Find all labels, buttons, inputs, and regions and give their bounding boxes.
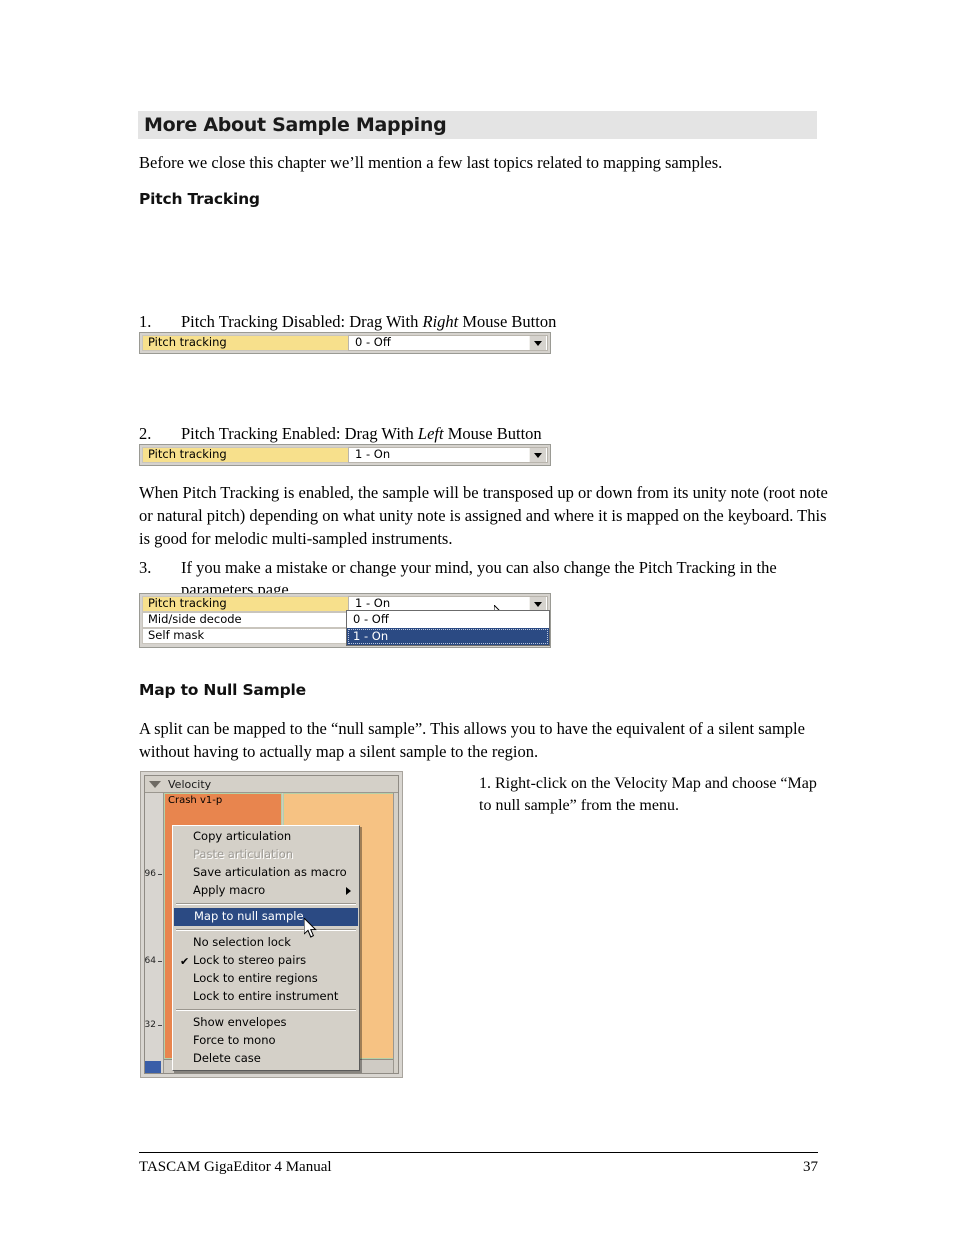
map-to-null-description: A split can be mapped to the “null sampl… — [139, 719, 805, 761]
list-item-text-after: Mouse Button — [443, 424, 542, 443]
menu-item-apply-macro[interactable]: Apply macro — [173, 882, 359, 900]
list-item-text: Pitch Tracking Disabled: Drag With Right… — [181, 311, 829, 333]
param-value-text: 1 - On — [355, 447, 391, 462]
param-combobox[interactable]: 0 - Off — [348, 335, 548, 351]
menu-item-lock-to-entire-instrument[interactable]: Lock to entire instrument — [173, 988, 359, 1006]
velocity-panel-titlebar[interactable]: Velocity — [145, 776, 398, 793]
menu-separator — [176, 1009, 356, 1011]
velocity-context-menu[interactable]: Copy articulation Paste articulation Sav… — [172, 825, 360, 1071]
menu-item-label: Show envelopes — [193, 1015, 287, 1030]
param-label: Pitch tracking — [142, 447, 348, 463]
axis-tick: 32 — [145, 1020, 162, 1030]
menu-item-copy-articulation[interactable]: Copy articulation — [173, 828, 359, 846]
velocity-region-label: Crash v1-p — [168, 795, 223, 806]
menu-item-label: Lock to stereo pairs — [193, 953, 307, 968]
menu-item-label: Paste articulation — [193, 847, 294, 862]
list-item-emphasis: Right — [422, 312, 459, 331]
velocity-plot-right-edge — [393, 793, 398, 1073]
list-item-emphasis: Left — [417, 424, 444, 443]
menu-item-paste-articulation: Paste articulation — [173, 846, 359, 864]
footer-manual-title: TASCAM GigaEditor 4 Manual — [139, 1159, 332, 1175]
manual-page: More About Sample Mapping Before we clos… — [0, 0, 954, 1235]
list-item-text-before: Pitch Tracking Enabled: Drag With — [181, 424, 418, 443]
menu-item-label: Delete case — [193, 1051, 261, 1066]
menu-item-save-articulation-as-macro[interactable]: Save articulation as macro — [173, 864, 359, 882]
list-item: 1. Pitch Tracking Disabled: Drag With Ri… — [139, 311, 829, 333]
list-item-text: Pitch Tracking Enabled: Drag With Left M… — [181, 423, 829, 445]
footer-page-number: 37 — [803, 1159, 818, 1175]
velocity-axis: 96 64 32 — [145, 793, 164, 1073]
dropdown-option-selected[interactable]: 1 - On — [347, 628, 549, 645]
menu-item-force-to-mono[interactable]: Force to mono — [173, 1032, 359, 1050]
menu-item-lock-to-stereo-pairs[interactable]: ✔ Lock to stereo pairs — [173, 952, 359, 970]
menu-item-no-selection-lock[interactable]: No selection lock — [173, 934, 359, 952]
menu-item-label: Lock to entire instrument — [193, 989, 339, 1004]
footer-divider — [139, 1152, 818, 1153]
axis-tick-label: 96 — [144, 869, 156, 879]
intro-paragraph: Before we close this chapter we’ll menti… — [139, 153, 723, 172]
menu-item-label: Map to null sample — [194, 909, 304, 924]
collapse-triangle-icon[interactable] — [149, 780, 161, 788]
axis-tick: 64 — [145, 956, 162, 966]
param-label: Pitch tracking — [142, 596, 348, 612]
open-dropdown-list[interactable]: 0 - Off 1 - On — [346, 610, 550, 646]
list-item-number: 2. — [139, 424, 152, 443]
chevron-down-icon[interactable] — [529, 448, 546, 462]
parameters-table-widget[interactable]: Pitch tracking 1 - On Mid/side decode Se… — [139, 593, 551, 648]
menu-item-delete-case[interactable]: Delete case — [173, 1050, 359, 1068]
menu-item-lock-to-entire-regions[interactable]: Lock to entire regions — [173, 970, 359, 988]
menu-item-label: No selection lock — [193, 935, 291, 950]
param-label: Pitch tracking — [142, 335, 348, 351]
menu-item-label: Apply macro — [193, 883, 266, 898]
menu-item-label: Save articulation as macro — [193, 865, 347, 880]
param-value-text: 0 - Off — [355, 335, 391, 350]
menu-item-label: Lock to entire regions — [193, 971, 318, 986]
param-row: Pitch tracking 0 - Off — [142, 335, 548, 351]
menu-item-show-envelopes[interactable]: Show envelopes — [173, 1014, 359, 1032]
list-item-text-after: Mouse Button — [458, 312, 557, 331]
menu-item-label: Copy articulation — [193, 829, 292, 844]
param-row: Pitch tracking 1 - On — [142, 447, 548, 463]
menu-item-map-to-null-sample[interactable]: Map to null sample — [174, 908, 358, 926]
axis-tick: 96 — [145, 869, 162, 879]
axis-tick-label: 32 — [144, 1020, 156, 1030]
list-item-number: 1. — [139, 312, 152, 331]
subheading-pitch-tracking: Pitch Tracking — [139, 190, 260, 208]
menu-separator — [176, 929, 356, 931]
list-item-text-before: Pitch Tracking Disabled: Drag With — [181, 312, 423, 331]
horizontal-scrollbar-thumb[interactable] — [145, 1061, 161, 1073]
param-combobox[interactable]: 1 - On — [348, 447, 548, 463]
section-heading-text: More About Sample Mapping — [144, 114, 447, 136]
checkmark-icon: ✔ — [180, 954, 190, 968]
dropdown-option[interactable]: 0 - Off — [347, 611, 549, 628]
param-value-text: 1 - On — [355, 596, 391, 611]
param-label: Self mask — [142, 628, 348, 644]
velocity-panel-title: Velocity — [168, 777, 212, 791]
figure-caption: 1. Right-click on the Velocity Map and c… — [479, 775, 817, 814]
menu-item-label: Force to mono — [193, 1033, 276, 1048]
param-label: Mid/side decode — [142, 612, 348, 628]
chevron-down-icon[interactable] — [529, 597, 546, 611]
list-item: 2. Pitch Tracking Enabled: Drag With Lef… — [139, 423, 829, 445]
menu-separator — [176, 903, 356, 905]
subheading-map-to-null-sample: Map to Null Sample — [139, 681, 306, 699]
pitch-tracking-description: When Pitch Tracking is enabled, the samp… — [139, 483, 828, 548]
chevron-down-icon[interactable] — [529, 336, 546, 350]
axis-tick-label: 64 — [144, 956, 156, 966]
pitch-tracking-param-widget-on[interactable]: Pitch tracking 1 - On — [139, 444, 551, 466]
pitch-tracking-param-widget-off[interactable]: Pitch tracking 0 - Off — [139, 332, 551, 354]
section-heading-bar: More About Sample Mapping — [138, 111, 817, 139]
submenu-arrow-icon — [346, 887, 351, 895]
